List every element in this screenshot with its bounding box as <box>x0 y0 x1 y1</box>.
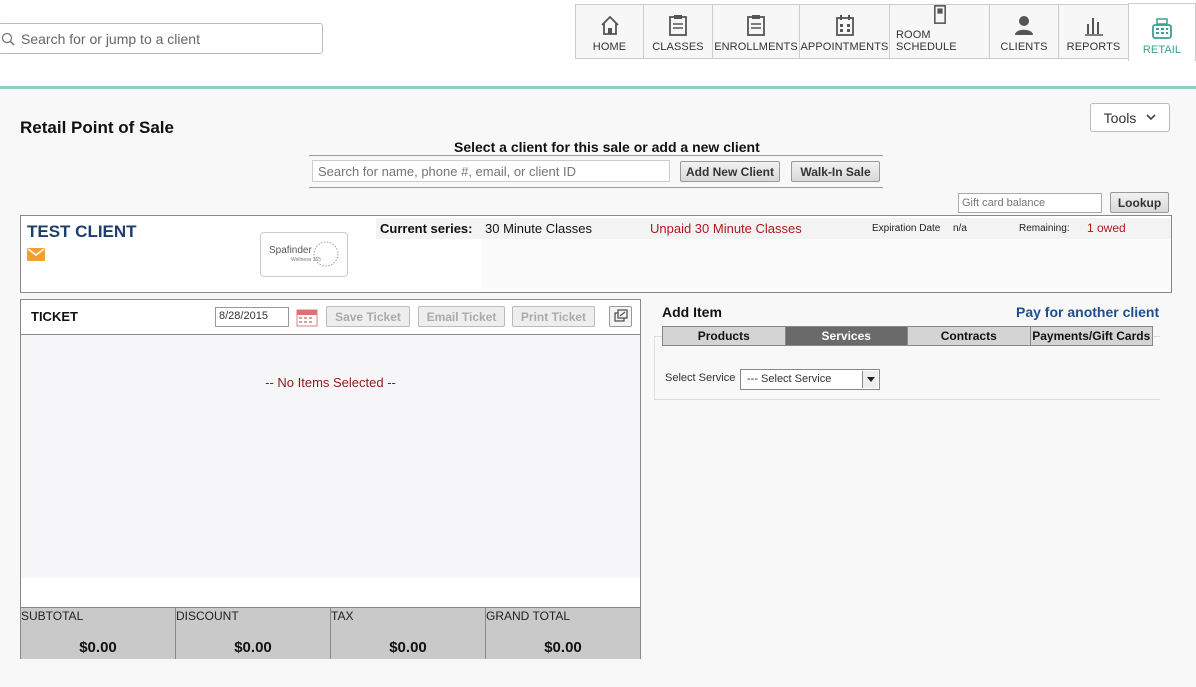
nav-reports[interactable]: REPORTS <box>1058 4 1128 59</box>
discount-value: $0.00 <box>234 639 272 656</box>
add-new-client-button[interactable]: Add New Client <box>680 161 780 182</box>
remaining-value: 1 owed <box>1087 221 1126 235</box>
tab-payments-gift-cards[interactable]: Payments/Gift Cards <box>1030 327 1152 345</box>
caret-down-icon <box>866 377 875 382</box>
spafinder-ring-icon <box>313 241 339 267</box>
bar-chart-icon <box>1084 18 1103 36</box>
nav-enrollments[interactable]: ENROLLMENTS <box>712 4 799 59</box>
chevron-down-icon <box>1146 114 1156 121</box>
nav-enrollments-label: ENROLLMENTS <box>714 41 798 53</box>
tools-label: Tools <box>1103 109 1137 126</box>
ticket-panel: TICKET 8/28/2015 Save Ticket Email Ticke… <box>20 299 641 659</box>
ticket-title: TICKET <box>31 309 78 324</box>
no-items-message: -- No Items Selected -- <box>265 375 396 390</box>
subtotal-label: SUBTOTAL <box>21 609 84 623</box>
tax-cell: TAX $0.00 <box>331 608 486 659</box>
add-item-tabs: Products Services Contracts Payments/Gif… <box>662 326 1153 346</box>
dropdown-arrow <box>862 371 878 388</box>
tools-button[interactable]: Tools <box>1090 103 1170 132</box>
client-select-row: Add New Client Walk-In Sale <box>309 155 883 188</box>
ticket-date-input[interactable]: 8/28/2015 <box>215 307 289 327</box>
nav-reports-label: REPORTS <box>1066 41 1121 53</box>
popout-button[interactable] <box>609 306 632 327</box>
main-nav: HOME CLASSES ENROLLMENTS APPOINTMENTS RO… <box>575 3 1196 61</box>
client-search-box[interactable] <box>0 23 323 54</box>
save-ticket-button[interactable]: Save Ticket <box>326 306 410 327</box>
person-icon <box>1015 16 1033 35</box>
nav-appointments-label: APPOINTMENTS <box>800 41 889 53</box>
nav-home-label: HOME <box>592 41 627 53</box>
clipboard-icon <box>747 15 765 36</box>
tax-label: TAX <box>331 609 354 623</box>
add-item-title: Add Item <box>662 304 722 320</box>
subtotal-value: $0.00 <box>79 639 117 656</box>
calendar-picker-icon[interactable] <box>296 307 318 327</box>
nav-classes-label: CLASSES <box>652 41 704 53</box>
nav-room-schedule-label: ROOM SCHEDULE <box>896 29 957 53</box>
series-detail-area <box>481 239 1171 289</box>
popout-icon <box>614 309 628 322</box>
email-icon[interactable] <box>27 248 45 261</box>
select-service-dropdown[interactable]: --- Select Service <box>740 369 880 390</box>
tab-services[interactable]: Services <box>785 327 908 345</box>
search-icon <box>1 32 15 46</box>
client-lookup-input[interactable] <box>312 160 670 182</box>
expiration-date-value: n/a <box>953 223 967 234</box>
ticket-items-area: -- No Items Selected -- <box>21 335 640 578</box>
register-icon <box>1152 18 1172 39</box>
pay-for-another-client-link[interactable]: Pay for another client <box>1016 304 1159 320</box>
select-service-value: --- Select Service <box>747 373 832 385</box>
door-icon <box>933 5 946 24</box>
tax-value: $0.00 <box>389 639 427 656</box>
lookup-button[interactable]: Lookup <box>1110 192 1169 213</box>
subtotal-cell: SUBTOTAL $0.00 <box>21 608 176 659</box>
ticket-header: TICKET 8/28/2015 Save Ticket Email Ticke… <box>21 300 640 335</box>
select-service-label: Select Service <box>665 372 736 384</box>
current-series-label: Current series: <box>380 221 473 236</box>
remaining-label: Remaining: <box>1019 223 1070 234</box>
nav-home[interactable]: HOME <box>575 4 643 59</box>
spafinder-logo-text: Spafinder <box>269 245 312 256</box>
discount-cell: DISCOUNT $0.00 <box>176 608 331 659</box>
grand-total-label: GRAND TOTAL <box>486 609 571 623</box>
nav-appointments[interactable]: APPOINTMENTS <box>799 4 889 59</box>
clipboard-icon <box>669 15 687 36</box>
page-title: Retail Point of Sale <box>20 118 174 137</box>
nav-clients-label: CLIENTS <box>1000 41 1048 53</box>
nav-retail[interactable]: RETAIL <box>1128 3 1196 61</box>
print-ticket-button[interactable]: Print Ticket <box>512 306 595 327</box>
gift-card-balance-input[interactable] <box>958 193 1102 213</box>
current-series-value: 30 Minute Classes <box>485 221 592 236</box>
discount-label: DISCOUNT <box>176 609 239 623</box>
nav-retail-label: RETAIL <box>1142 44 1182 56</box>
home-icon <box>600 15 619 35</box>
nav-classes[interactable]: CLASSES <box>643 4 712 59</box>
unpaid-series-link[interactable]: Unpaid 30 Minute Classes <box>650 221 802 236</box>
nav-room-schedule[interactable]: ROOM SCHEDULE <box>889 4 989 59</box>
tab-contracts[interactable]: Contracts <box>908 327 1031 345</box>
top-bar: HOME CLASSES ENROLLMENTS APPOINTMENTS RO… <box>0 0 1196 89</box>
ticket-totals: SUBTOTAL $0.00 DISCOUNT $0.00 TAX $0.00 GRA… <box>21 607 640 659</box>
walk-in-sale-button[interactable]: Walk-In Sale <box>791 161 880 182</box>
calendar-icon <box>835 15 854 36</box>
expiration-date-label: Expiration Date <box>872 223 941 234</box>
grand-total-cell: GRAND TOTAL $0.00 <box>486 608 640 659</box>
client-info-panel: TEST CLIENT Spafinder Wellness 365 Curre… <box>20 215 1172 293</box>
client-select-prompt: Select a client for this sale or add a n… <box>454 139 760 155</box>
tab-products[interactable]: Products <box>663 327 786 345</box>
client-search-input[interactable] <box>21 28 311 50</box>
client-name[interactable]: TEST CLIENT <box>27 222 137 242</box>
grand-total-value: $0.00 <box>544 639 582 656</box>
spafinder-logo: Spafinder Wellness 365 <box>260 232 348 277</box>
email-ticket-button[interactable]: Email Ticket <box>418 306 505 327</box>
nav-clients[interactable]: CLIENTS <box>989 4 1058 59</box>
